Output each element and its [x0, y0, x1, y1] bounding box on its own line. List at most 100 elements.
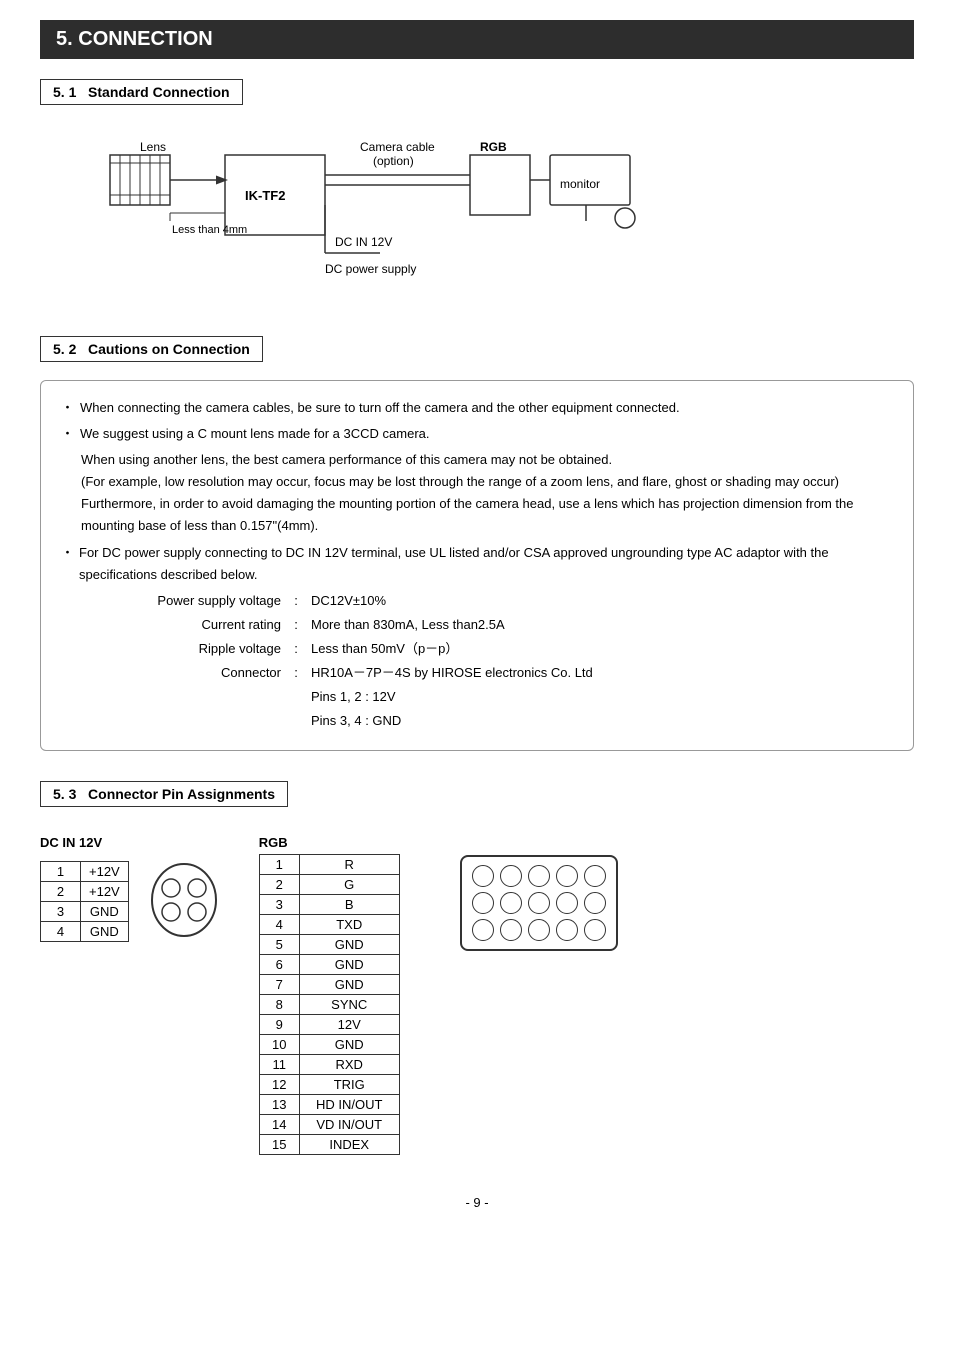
rgb-pin-number: 3: [259, 895, 299, 915]
dc-connector-diagram: [149, 860, 219, 943]
caution-1-text: When connecting the camera cables, be su…: [80, 397, 680, 419]
svg-text:RGB: RGB: [480, 140, 507, 154]
caution-3: ・ For DC power supply connecting to DC I…: [61, 542, 893, 586]
rgb-pin-number: 15: [259, 1135, 299, 1155]
dc-pin-number: 3: [41, 902, 81, 922]
rgb-pin-circle-11: [472, 919, 494, 941]
rgb-pin-circle-10: [584, 892, 606, 914]
caution-1: ・ When connecting the camera cables, be …: [61, 397, 893, 419]
subsection-2-number: 5. 2: [53, 341, 76, 357]
rgb-pin-number: 9: [259, 1015, 299, 1035]
spec-label-voltage: Power supply voltage: [121, 590, 281, 612]
rgb-pin-signal: G: [299, 875, 399, 895]
table-row: 2G: [259, 875, 399, 895]
rgb-connector-row-3: [472, 919, 606, 941]
spec-value-pins12: Pins 1, 2 : 12V: [311, 686, 893, 708]
rgb-pin-signal: GND: [299, 935, 399, 955]
rgb-pin-signal: VD IN/OUT: [299, 1115, 399, 1135]
rgb-pin-number: 7: [259, 975, 299, 995]
dc-connector-svg: [149, 860, 219, 940]
dc-pin-number: 1: [41, 862, 81, 882]
dc-pin-number: 4: [41, 922, 81, 942]
rgb-pin-number: 13: [259, 1095, 299, 1115]
svg-text:DC IN 12V: DC IN 12V: [335, 235, 392, 249]
rgb-pin-circle-14: [556, 919, 578, 941]
spec-label-connector: Connector: [121, 662, 281, 684]
caution-2-indent-1: When using another lens, the best camera…: [81, 449, 893, 471]
rgb-pin-number: 2: [259, 875, 299, 895]
rgb-block: RGB 1R2G3B4TXD5GND6GND7GND8SYNC912V10GND…: [259, 835, 400, 1155]
subsection-1-title: Standard Connection: [88, 84, 230, 100]
table-row: 4TXD: [259, 915, 399, 935]
rgb-pin-circle-4: [556, 865, 578, 887]
rgb-pin-signal: GND: [299, 955, 399, 975]
table-row: 14VD IN/OUT: [259, 1115, 399, 1135]
rgb-pin-number: 1: [259, 855, 299, 875]
subsection-3-title: Connector Pin Assignments: [88, 786, 275, 802]
connection-svg: Lens IK-TF2 Camera cable (option) DC IN …: [80, 133, 680, 303]
section-number: 5.: [56, 28, 73, 50]
svg-text:DC power supply: DC power supply: [325, 262, 416, 276]
cautions-box: ・ When connecting the camera cables, be …: [40, 380, 914, 751]
dc-in-label: DC IN 12V: [40, 835, 102, 850]
caution-3-text: For DC power supply connecting to DC IN …: [79, 542, 893, 586]
rgb-pin-signal: TRIG: [299, 1075, 399, 1095]
subsection-2-title: Cautions on Connection: [88, 341, 250, 357]
page-number: - 9 -: [40, 1195, 914, 1210]
rgb-connector-block: [460, 855, 618, 951]
rgb-connector-row-1: [472, 865, 606, 887]
spec-value-voltage: DC12V±10%: [311, 590, 893, 612]
spec-row-voltage: Power supply voltage : DC12V±10%: [121, 590, 893, 612]
rgb-pin-signal: R: [299, 855, 399, 875]
rgb-pin-circle-1: [472, 865, 494, 887]
subsection-3-number: 5. 3: [53, 786, 76, 802]
pin-assignments-section: DC IN 12V 1+12V2+12V3GND4GND RGB 1R2G3B4…: [40, 835, 914, 1155]
table-row: 5GND: [259, 935, 399, 955]
table-row: 8SYNC: [259, 995, 399, 1015]
bullet-3: ・: [61, 542, 73, 586]
table-row: 2+12V: [41, 882, 129, 902]
spec-row-current: Current rating : More than 830mA, Less t…: [121, 614, 893, 636]
rgb-pin-signal: INDEX: [299, 1135, 399, 1155]
bullet-1: ・: [61, 397, 74, 419]
table-row: 13HD IN/OUT: [259, 1095, 399, 1115]
rgb-connector-diagram: [460, 855, 618, 951]
table-row: 15INDEX: [259, 1135, 399, 1155]
svg-text:Less than 4mm: Less than 4mm: [172, 224, 247, 236]
dc-pin-signal: +12V: [81, 862, 129, 882]
table-row: 10GND: [259, 1035, 399, 1055]
subsection-3-box: 5. 3 Connector Pin Assignments: [40, 781, 288, 807]
table-row: 1+12V: [41, 862, 129, 882]
caution-2-indent-2: (For example, low resolution may occur, …: [81, 471, 893, 493]
table-row: 3B: [259, 895, 399, 915]
spec-row-ripple: Ripple voltage : Less than 50mV（p－p）: [121, 638, 893, 660]
table-row: 7GND: [259, 975, 399, 995]
svg-text:IK-TF2: IK-TF2: [245, 188, 285, 203]
svg-text:Lens: Lens: [140, 140, 166, 154]
dc-connector-area: 1+12V2+12V3GND4GND: [40, 860, 219, 943]
rgb-pin-signal: HD IN/OUT: [299, 1095, 399, 1115]
spec-row-connector: Connector : HR10A－7P－4S by HIROSE electr…: [121, 662, 893, 684]
rgb-pin-circle-15: [584, 919, 606, 941]
table-row: 6GND: [259, 955, 399, 975]
rgb-pin-signal: RXD: [299, 1055, 399, 1075]
rgb-pin-circle-7: [500, 892, 522, 914]
rgb-pin-signal: 12V: [299, 1015, 399, 1035]
table-row: 4GND: [41, 922, 129, 942]
rgb-pin-signal: GND: [299, 975, 399, 995]
rgb-pin-circle-5: [584, 865, 606, 887]
dc-pin-table: 1+12V2+12V3GND4GND: [40, 861, 129, 942]
table-row: 11RXD: [259, 1055, 399, 1075]
rgb-pin-number: 10: [259, 1035, 299, 1055]
rgb-pin-number: 14: [259, 1115, 299, 1135]
rgb-pin-number: 8: [259, 995, 299, 1015]
rgb-pin-circle-9: [556, 892, 578, 914]
rgb-pin-number: 11: [259, 1055, 299, 1075]
svg-text:(option): (option): [373, 154, 414, 168]
rgb-pin-circle-3: [528, 865, 550, 887]
table-row: 912V: [259, 1015, 399, 1035]
rgb-pin-circle-12: [500, 919, 522, 941]
rgb-pin-number: 5: [259, 935, 299, 955]
spec-label-ripple: Ripple voltage: [121, 638, 281, 660]
spec-value-connector: HR10A－7P－4S by HIROSE electronics Co. Lt…: [311, 662, 893, 684]
